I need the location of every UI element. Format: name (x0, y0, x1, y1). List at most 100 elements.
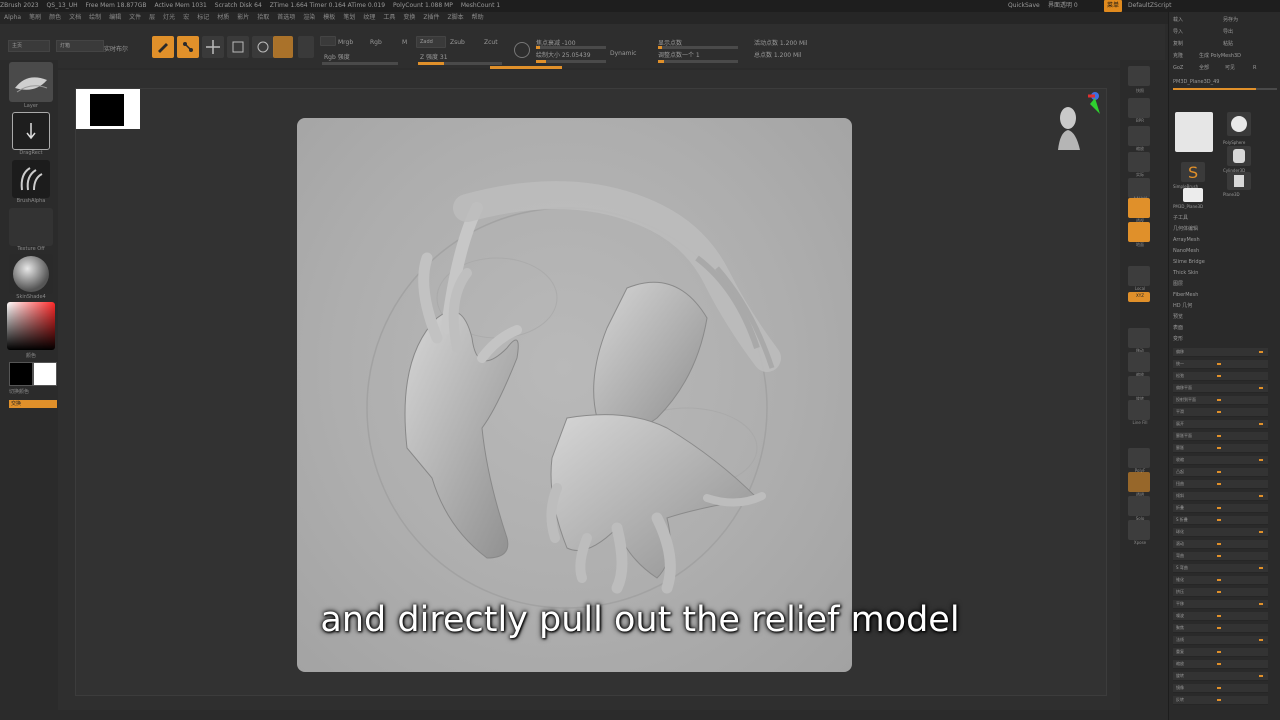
rgb-intensity-slider[interactable] (322, 62, 398, 65)
plane3d-thumbnail[interactable] (1227, 172, 1251, 190)
color-picker[interactable] (7, 302, 55, 350)
deformation-slider[interactable]: 滚动 (1173, 540, 1268, 549)
persp-button[interactable] (1128, 198, 1150, 218)
focal-shift-slider[interactable] (536, 46, 606, 49)
polysphere-thumbnail[interactable] (1227, 112, 1251, 136)
actual-button[interactable] (1128, 152, 1150, 172)
plane-tool-thumbnail[interactable] (1175, 112, 1213, 152)
rotate-view-button[interactable] (1128, 376, 1150, 396)
material-swatch[interactable] (273, 36, 293, 58)
default-script-button[interactable]: DefaultZScript (1128, 0, 1171, 12)
home-button[interactable]: 主页 (8, 40, 50, 52)
deformation-slider[interactable]: 反转 (1173, 696, 1268, 705)
deformation-slider[interactable]: 弯曲 (1173, 552, 1268, 561)
menu-item[interactable]: Alpha (4, 14, 21, 21)
deformation-slider[interactable]: 法线 (1173, 636, 1268, 645)
adjust-slider[interactable] (658, 60, 738, 63)
local-button[interactable] (1128, 266, 1150, 286)
paste-tool-button[interactable]: 粘贴 (1223, 40, 1273, 49)
deformation-slider[interactable]: 松弛 (1173, 372, 1268, 381)
menu-item[interactable]: 层 (149, 14, 155, 21)
quicksave-button[interactable]: QuickSave (1008, 0, 1040, 12)
layers-section[interactable]: 图层 (1173, 280, 1277, 289)
aahalf-button[interactable] (1128, 178, 1150, 198)
geometry-section[interactable]: 几何体编辑 (1173, 225, 1277, 234)
deformation-slider[interactable]: 旋转 (1173, 672, 1268, 681)
r-button[interactable]: R (1253, 64, 1273, 73)
deformation-slider[interactable]: 锥化 (1173, 576, 1268, 585)
deformation-slider[interactable]: 膨胀 (1173, 444, 1268, 453)
deformation-slider[interactable]: 平滑 (1173, 408, 1268, 417)
move-button[interactable] (202, 36, 224, 58)
hd-geometry-section[interactable]: HD 几何 (1173, 302, 1277, 311)
deformation-slider[interactable]: 凸起 (1173, 468, 1268, 477)
menu-item[interactable]: 灯光 (163, 14, 175, 21)
polyf-button[interactable] (1128, 448, 1150, 468)
deformation-slider[interactable]: 偏移 (1173, 348, 1268, 357)
lightbox-button[interactable]: 灯箱 (56, 40, 104, 52)
draw-size-slider[interactable] (536, 60, 606, 63)
deformation-slider[interactable]: 聚焦 (1173, 624, 1268, 633)
menu-item[interactable]: 帮助 (472, 14, 484, 21)
menu-item[interactable]: 纹理 (363, 14, 375, 21)
menu-item[interactable]: 材质 (217, 14, 229, 21)
solo-button[interactable] (1128, 496, 1150, 516)
menu-item[interactable]: 首选项 (277, 14, 295, 21)
menu-item[interactable]: Z脚本 (448, 14, 464, 21)
live-boolean-button[interactable]: 实时布尔 (104, 44, 128, 53)
deformation-section[interactable]: 变形 (1173, 335, 1277, 344)
xpose-button[interactable] (1128, 520, 1150, 540)
visible-button[interactable]: 可见 (1225, 64, 1245, 73)
scale-button[interactable] (227, 36, 249, 58)
deformation-slider[interactable]: 膨胀平面 (1173, 432, 1268, 441)
move-view-button[interactable] (1128, 328, 1150, 348)
secondary-color-swatch[interactable] (33, 362, 57, 386)
pm3d-thumbnail[interactable] (1183, 188, 1203, 202)
deformation-slider[interactable]: 噪波 (1173, 612, 1268, 621)
deformation-slider[interactable]: 投射到平面 (1173, 396, 1268, 405)
make-polymesh-button[interactable]: 生成 PolyMesh3D (1199, 52, 1273, 61)
menu-item[interactable]: 影片 (237, 14, 249, 21)
transp-button[interactable] (1128, 472, 1150, 492)
rotate-button[interactable] (252, 36, 274, 58)
zsub-button[interactable]: Zsub (450, 39, 465, 46)
m-button[interactable]: M (402, 39, 407, 46)
menu-item[interactable]: Z插件 (423, 14, 439, 21)
deformation-slider[interactable]: 收缩 (1173, 456, 1268, 465)
menu-item[interactable]: 变换 (403, 14, 415, 21)
swap-color-button[interactable]: 交换 (9, 400, 57, 408)
deformation-slider[interactable]: 球化 (1173, 528, 1268, 537)
dynamic-button[interactable]: Dynamic (610, 50, 636, 57)
navigation-head-icon[interactable] (1054, 100, 1084, 150)
menu-item[interactable]: 拾取 (257, 14, 269, 21)
alpha-thumbnail[interactable] (12, 160, 50, 198)
scrub-bar[interactable] (490, 66, 562, 69)
thick-skin-section[interactable]: Thick Skin (1173, 269, 1277, 278)
menu-item[interactable]: 文件 (129, 14, 141, 21)
deformation-slider[interactable]: 展开 (1173, 420, 1268, 429)
simplebrush-thumbnail[interactable]: S (1181, 162, 1205, 182)
main-color-swatch[interactable] (9, 362, 33, 386)
menu-item[interactable]: 笔刷 (29, 14, 41, 21)
rgb-button[interactable]: Rgb (370, 39, 382, 46)
line-fill-button[interactable] (1128, 400, 1150, 420)
relief-plane[interactable] (297, 118, 852, 672)
mrgb-button[interactable]: Mrgb (338, 39, 353, 46)
goz-button[interactable]: GoZ (1173, 64, 1193, 73)
texture-thumbnail[interactable] (9, 208, 53, 246)
edit-button[interactable] (152, 36, 174, 58)
deformation-slider[interactable]: 镜像 (1173, 684, 1268, 693)
transparency-button[interactable]: 界面透明 0 (1048, 0, 1078, 12)
deformation-slider[interactable]: 平移 (1173, 600, 1268, 609)
material-thumbnail[interactable] (9, 254, 53, 294)
bpr-button[interactable] (1128, 98, 1150, 118)
menu-item[interactable]: 颜色 (49, 14, 61, 21)
a-toggle[interactable] (320, 36, 336, 46)
menu-item[interactable]: 笔划 (343, 14, 355, 21)
deformation-slider[interactable]: 倾斜 (1173, 492, 1268, 501)
zcut-button[interactable]: Zcut (484, 39, 498, 46)
export-button[interactable]: 导出 (1223, 28, 1273, 37)
deformation-slider[interactable]: S 弯曲 (1173, 564, 1268, 573)
arraymesh-section[interactable]: ArrayMesh (1173, 236, 1277, 245)
deformation-slider[interactable]: 扭曲 (1173, 480, 1268, 489)
